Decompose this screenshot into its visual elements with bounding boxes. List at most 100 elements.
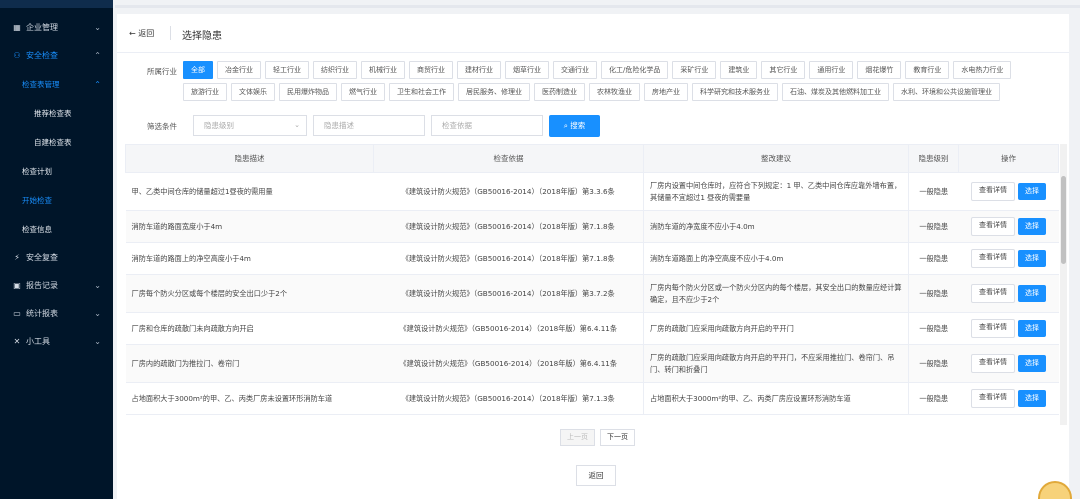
search-button[interactable]: ⌕ 搜索 (549, 115, 600, 137)
chevron-up-icon: ⌃ (94, 51, 101, 60)
select-button[interactable]: 选择 (1018, 355, 1046, 372)
industry-tag[interactable]: 水电热力行业 (953, 61, 1012, 79)
inspection-basis: 《建筑设计防火规范》（GB50016-2014）（2018年版）第6.4.11条 (373, 344, 644, 383)
industry-tag[interactable]: 卫生和社会工作 (389, 83, 454, 101)
back-button[interactable]: ← 返回 (129, 28, 154, 39)
table-row: 占地面积大于3000m²的甲、乙、丙类厂房未设置环形消防车道 《建筑设计防火规范》… (125, 382, 1059, 415)
rectification-advice: 厂房的疏散门应采用向疏散方向开启的平开门，不应采用推拉门、卷帘门、吊门、转门和折… (643, 344, 909, 383)
main-panel: ← 返回 选择隐患 所属行业 全部 冶金行业 轻工行业 纺织行业 机械行业 商贸行业 建材行… (117, 14, 1069, 499)
view-detail-button[interactable]: 查看详情 (971, 354, 1015, 373)
arrow-left-icon: ← (129, 29, 136, 38)
industry-tag[interactable]: 科学研究和技术服务业 (692, 83, 778, 101)
nav-label: 安全复查 (26, 253, 58, 262)
industry-tag[interactable]: 纺织行业 (313, 61, 357, 79)
nav-label: 推荐检查表 (34, 109, 72, 118)
chevron-down-icon: ⌄ (94, 337, 101, 346)
page-title: 选择隐患 (182, 31, 222, 42)
industry-tag[interactable]: 文体娱乐 (231, 83, 275, 101)
hazard-table: 隐患描述 检查依据 整改建议 隐患级别 操作 甲、乙类中间仓库的储量超过1昼夜的… (125, 144, 1059, 415)
table-scrollbar[interactable] (1060, 144, 1067, 425)
industry-tag[interactable]: 全部 (183, 61, 213, 79)
rectification-advice: 占地面积大于3000m²的甲、乙、丙类厂房应设置环形消防车道 (643, 382, 909, 415)
row-actions: 查看详情 选择 (958, 172, 1059, 211)
description-input[interactable] (313, 115, 425, 136)
return-button[interactable]: 返回 (576, 465, 616, 486)
nav-inspection-info[interactable]: 检查信息 (0, 215, 113, 244)
industry-tag[interactable]: 烟花爆竹 (857, 61, 902, 79)
nav-checklist-management[interactable]: 检查表管理 ⌃ (0, 70, 113, 99)
select-button[interactable]: 选择 (1018, 285, 1046, 302)
nav-start-inspection[interactable]: 开始检查 (0, 186, 113, 215)
industry-tag[interactable]: 建筑业 (720, 61, 758, 79)
industry-tag[interactable]: 通用行业 (809, 61, 854, 79)
table-row: 甲、乙类中间仓库的储量超过1昼夜的需用量 《建筑设计防火规范》（GB50016-2… (125, 172, 1059, 211)
industry-tag[interactable]: 采矿行业 (672, 61, 717, 79)
industry-tag[interactable]: 医药制造业 (534, 83, 585, 101)
row-actions: 查看详情 选择 (958, 344, 1059, 383)
industry-tag[interactable]: 燃气行业 (341, 83, 385, 101)
industry-tag[interactable]: 轻工行业 (265, 61, 309, 79)
column-header: 检查依据 (373, 144, 644, 173)
view-detail-button[interactable]: 查看详情 (971, 182, 1015, 201)
industry-tag[interactable]: 旅游行业 (183, 83, 227, 101)
hazard-description: 厂房和仓库的疏散门未向疏散方向开启 (125, 312, 374, 345)
inspection-basis: 《建筑设计防火规范》（GB50016-2014）（2018年版）第3.7.2条 (373, 274, 644, 313)
select-button[interactable]: 选择 (1018, 250, 1046, 267)
view-detail-button[interactable]: 查看详情 (971, 284, 1015, 303)
industry-tag[interactable]: 化工/危险化学品 (601, 61, 669, 79)
view-detail-button[interactable]: 查看详情 (971, 249, 1015, 268)
nav-inspection-plan[interactable]: 检查计划 (0, 157, 113, 186)
industry-tag[interactable]: 房地产业 (644, 83, 688, 101)
hazard-level: 一般隐患 (908, 312, 959, 345)
industry-tag[interactable]: 水利、环境和公共设施管理业 (893, 83, 1000, 101)
column-header: 操作 (958, 144, 1059, 173)
level-select[interactable]: 隐患级别 ⌄ (193, 115, 307, 136)
column-header: 隐患级别 (908, 144, 959, 173)
industry-tag[interactable]: 建材行业 (457, 61, 501, 79)
basis-input[interactable] (431, 115, 543, 136)
industry-tag[interactable]: 烟草行业 (505, 61, 549, 79)
nav-safety-inspection[interactable]: ⚇ 安全检查 ⌃ (0, 42, 113, 70)
nav-label: 统计报表 (26, 309, 58, 318)
nav-recommended-checklist[interactable]: 推荐检查表 (0, 99, 113, 128)
brand-strip (0, 0, 113, 8)
scrollbar-thumb[interactable] (1061, 176, 1066, 264)
industry-tag[interactable]: 农林牧渔业 (589, 83, 640, 101)
industry-tag[interactable]: 其它行业 (761, 61, 806, 79)
nav-enterprise[interactable]: ▦ 企业管理 ⌄ (0, 14, 113, 42)
view-detail-button[interactable]: 查看详情 (971, 319, 1015, 338)
select-button[interactable]: 选择 (1018, 320, 1046, 337)
industry-tag[interactable]: 机械行业 (361, 61, 405, 79)
industry-tag[interactable]: 石油、煤炭及其他燃料加工业 (782, 83, 889, 101)
row-actions: 查看详情 选择 (958, 274, 1059, 313)
select-button[interactable]: 选择 (1018, 390, 1046, 407)
filter-label: 筛选条件 (147, 122, 177, 131)
rectification-advice: 厂房的疏散门应采用向疏散方向开启的平开门 (643, 312, 909, 345)
hazard-description: 厂房每个防火分区或每个楼层的安全出口少于2个 (125, 274, 374, 313)
view-detail-button[interactable]: 查看详情 (971, 389, 1015, 408)
rectification-advice: 消防车道路面上的净空高度不应小于4.0m (643, 242, 909, 275)
header-strip (115, 5, 1080, 8)
industry-tag[interactable]: 交通行业 (553, 61, 597, 79)
hazard-level: 一般隐患 (908, 210, 959, 243)
nav-statistics[interactable]: ▭ 统计报表 ⌄ (0, 300, 113, 328)
nav-report-records[interactable]: ▣ 报告记录 ⌄ (0, 272, 113, 300)
next-page-button[interactable]: 下一页 (600, 429, 635, 446)
industry-tag[interactable]: 商贸行业 (409, 61, 453, 79)
industry-tag[interactable]: 教育行业 (905, 61, 950, 79)
nav-custom-checklist[interactable]: 自建检查表 (0, 128, 113, 157)
hazard-description: 厂房内的疏散门为推拉门、卷帘门 (125, 344, 374, 383)
nav-tools[interactable]: ✕ 小工具 ⌄ (0, 328, 113, 356)
select-button[interactable]: 选择 (1018, 183, 1046, 200)
nav-safety-review[interactable]: ⚡ 安全复查 (0, 244, 113, 272)
select-button[interactable]: 选择 (1018, 218, 1046, 235)
industry-tag[interactable]: 冶金行业 (217, 61, 261, 79)
view-detail-button[interactable]: 查看详情 (971, 217, 1015, 236)
nav-label: 报告记录 (26, 281, 58, 290)
table-row: 厂房和仓库的疏散门未向疏散方向开启 《建筑设计防火规范》（GB50016-2014… (125, 312, 1059, 345)
people-icon: ⚇ (13, 51, 21, 60)
hazard-description: 消防车道的路面宽度小于4m (125, 210, 374, 243)
industry-tag[interactable]: 居民服务、修理业 (458, 83, 530, 101)
industry-tag[interactable]: 民用爆炸物品 (279, 83, 337, 101)
prev-page-button[interactable]: 上一页 (560, 429, 595, 446)
